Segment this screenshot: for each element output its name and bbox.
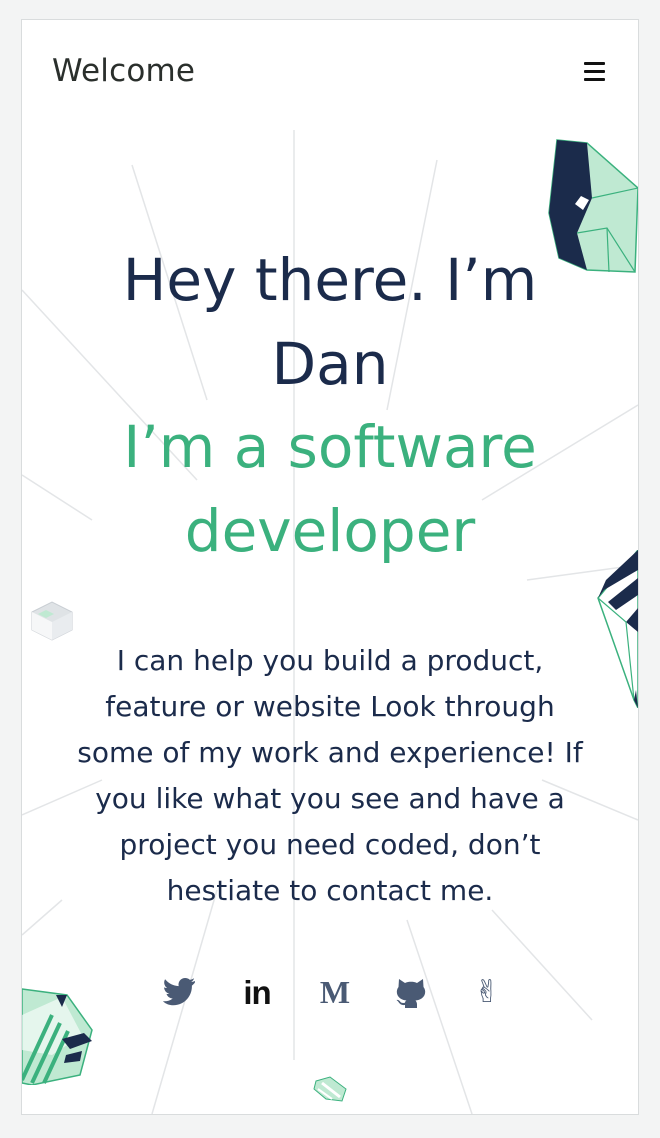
- hero-subtitle-line-2: developer: [184, 497, 476, 565]
- hero-title-line-2: Dan: [271, 330, 389, 398]
- intro-line: project you need coded, don’t: [119, 828, 541, 861]
- decor-cube-left: [31, 601, 73, 641]
- medium-icon: M: [319, 974, 351, 1010]
- decor-pebble-bottom: [313, 1076, 347, 1102]
- hero-title: Hey there. I’m Dan: [22, 238, 638, 406]
- intro-paragraph: I can help you build a product, feature …: [46, 638, 614, 914]
- angellist-link[interactable]: ✌: [465, 970, 509, 1014]
- intro-line: some of my work and experience! If: [77, 736, 583, 769]
- github-link[interactable]: [389, 970, 433, 1014]
- linkedin-icon: in: [243, 973, 271, 1011]
- site-brand[interactable]: Welcome: [52, 56, 195, 87]
- decor-polyhedron-bottom-left: [22, 988, 93, 1085]
- hamburger-menu-icon[interactable]: [582, 60, 608, 86]
- menu-bar-top: [584, 62, 605, 65]
- twitter-icon: [162, 978, 195, 1006]
- intro-line: you like what you see and have a: [95, 782, 565, 815]
- medium-link[interactable]: M: [313, 970, 357, 1014]
- hero-title-line-1: Hey there. I’m: [122, 246, 538, 314]
- menu-bar-bottom: [584, 78, 605, 81]
- angellist-icon: ✌: [474, 973, 500, 1010]
- hero-subtitle-line-1: I’m a software: [123, 413, 537, 481]
- intro-line: I can help you build a product,: [116, 644, 544, 677]
- twitter-link[interactable]: [157, 970, 201, 1014]
- hero-subtitle: I’m a software developer: [22, 405, 638, 573]
- social-links: in M ✌: [152, 970, 512, 1020]
- linkedin-link[interactable]: in: [235, 970, 279, 1014]
- github-icon: [396, 979, 426, 1008]
- page-frame: Welcome Hey there. I’m Dan I’m a softwar…: [21, 19, 639, 1115]
- top-bar: Welcome: [22, 20, 638, 130]
- intro-line: hestiate to contact me.: [166, 874, 494, 907]
- menu-bar-middle: [584, 70, 605, 73]
- intro-line: feature or website Look through: [105, 690, 555, 723]
